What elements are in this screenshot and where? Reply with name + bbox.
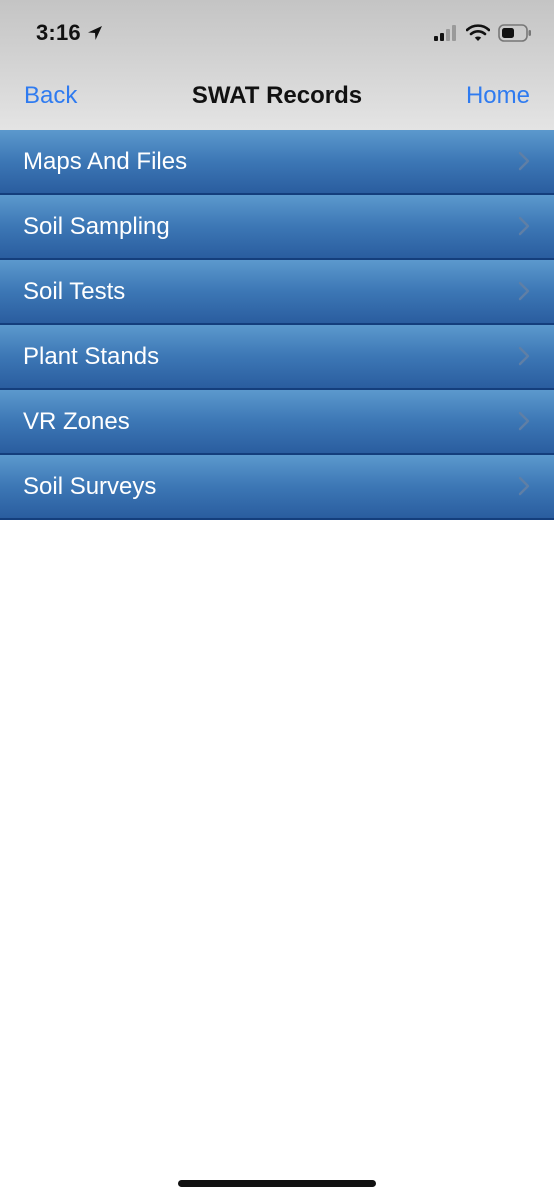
battery-icon xyxy=(498,24,531,42)
menu-item-soil-surveys[interactable]: Soil Surveys xyxy=(0,455,554,520)
menu-item-label: Soil Sampling xyxy=(23,213,170,240)
chevron-right-icon xyxy=(518,151,530,171)
menu-item-label: Maps And Files xyxy=(23,148,188,175)
menu-item-maps-and-files[interactable]: Maps And Files xyxy=(0,130,554,195)
chevron-right-icon xyxy=(518,346,530,366)
location-arrow-icon xyxy=(87,26,102,40)
menu-item-plant-stands[interactable]: Plant Stands xyxy=(0,325,554,390)
status-time-text: 3:16 xyxy=(36,20,81,45)
cellular-signal-icon xyxy=(434,25,456,41)
menu-item-label: Soil Surveys xyxy=(23,473,157,500)
status-bar: 3:16 xyxy=(0,0,554,62)
chevron-right-icon xyxy=(518,411,530,431)
menu-item-soil-tests[interactable]: Soil Tests xyxy=(0,260,554,325)
chevron-right-icon xyxy=(518,281,530,301)
status-icons xyxy=(434,22,532,44)
wifi-icon xyxy=(466,24,490,41)
menu-item-vr-zones[interactable]: VR Zones xyxy=(0,390,554,455)
navigation-bar: Back SWAT Records Home xyxy=(0,62,554,130)
home-button[interactable]: Home xyxy=(466,82,530,110)
app-screen: 3:16 Back SWAT Records Home Maps And Fil… xyxy=(0,0,554,1200)
status-time: 3:16 xyxy=(36,20,103,46)
chevron-right-icon xyxy=(518,476,530,496)
records-menu: Maps And Files Soil Sampling Soil Tests … xyxy=(0,130,554,520)
chevron-right-icon xyxy=(518,216,530,236)
menu-item-soil-sampling[interactable]: Soil Sampling xyxy=(0,195,554,260)
menu-item-label: VR Zones xyxy=(23,408,130,435)
menu-item-label: Plant Stands xyxy=(23,343,160,370)
menu-item-label: Soil Tests xyxy=(23,278,126,305)
home-indicator[interactable] xyxy=(178,1180,376,1187)
top-bar: 3:16 Back SWAT Records Home xyxy=(0,0,554,130)
